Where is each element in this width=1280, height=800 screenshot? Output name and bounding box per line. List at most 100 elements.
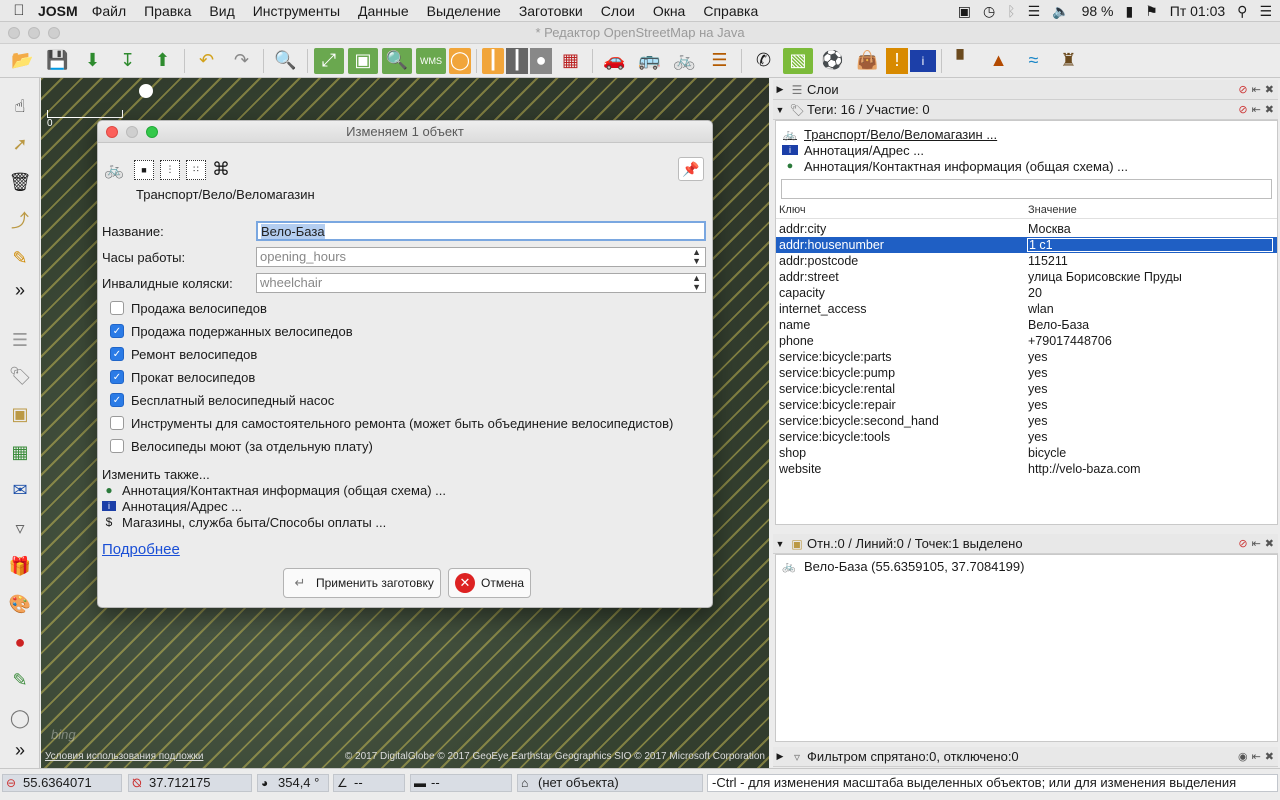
expand-triangle-icon[interactable]: ▶ bbox=[773, 84, 787, 95]
pin-panel-icon[interactable]: ⇤ bbox=[1252, 750, 1261, 763]
pitch-icon[interactable]: ▧ bbox=[783, 47, 813, 74]
also-item-label[interactable]: Аннотация/Адрес ... bbox=[122, 499, 242, 514]
tag-value[interactable]: http://velo-baza.com bbox=[1028, 461, 1141, 477]
menu-windows[interactable]: Окна bbox=[653, 3, 686, 19]
tag-key[interactable]: internet_access bbox=[779, 301, 867, 317]
name-input[interactable]: Вело-База bbox=[256, 221, 706, 241]
shopping-bag-icon[interactable]: 👜 bbox=[851, 46, 884, 76]
menu-app-name[interactable]: JOSM bbox=[38, 3, 78, 19]
zoom-in-icon[interactable]: 🔍 bbox=[382, 47, 412, 74]
table-row[interactable]: addr:city Москва bbox=[776, 221, 1277, 237]
close-panel-icon[interactable]: ✖ bbox=[1265, 537, 1274, 550]
factory-icon[interactable]: ▘ bbox=[947, 46, 980, 76]
improve-way-icon[interactable]: ⤴ bbox=[6, 206, 34, 234]
save-icon[interactable]: 💾 bbox=[41, 46, 74, 76]
checkbox-box[interactable]: ✓ bbox=[110, 324, 124, 338]
window-zoom-button[interactable] bbox=[48, 27, 60, 39]
map-marker-icon[interactable]: ● bbox=[6, 628, 34, 656]
info-board-icon[interactable]: i bbox=[910, 49, 936, 72]
selected-node-marker[interactable] bbox=[139, 84, 153, 98]
tag-key[interactable]: addr:housenumber bbox=[779, 237, 884, 253]
footway-preset-icon[interactable]: ● bbox=[530, 47, 552, 74]
checkbox-diy-tools[interactable]: Инструменты для самостоятельного ремонта… bbox=[110, 413, 673, 433]
col-key-header[interactable]: Ключ bbox=[779, 204, 806, 216]
tag-value[interactable]: yes bbox=[1028, 397, 1047, 413]
history-toggle-icon[interactable]: ▦ bbox=[6, 438, 34, 466]
tags-preset-contact[interactable]: ● Аннотация/Контактная информация (общая … bbox=[782, 158, 1128, 174]
tag-key[interactable]: website bbox=[779, 461, 821, 477]
imagery-terms-link[interactable]: Условия использования подложки bbox=[45, 751, 203, 762]
checkbox-repair[interactable]: ✓ Ремонт велосипедов bbox=[110, 344, 257, 364]
pin-panel-icon[interactable]: ⇤ bbox=[1252, 83, 1261, 96]
table-row[interactable]: service:bicycle:pump yes bbox=[776, 365, 1277, 381]
waterway-icon[interactable]: ≈ bbox=[1017, 46, 1050, 76]
tags-preset-address[interactable]: i Аннотация/Адрес ... bbox=[782, 142, 924, 158]
table-row[interactable]: phone +79017448706 bbox=[776, 333, 1277, 349]
battery-icon[interactable]: ▮ bbox=[1125, 3, 1133, 20]
tag-key[interactable]: service:bicycle:rental bbox=[779, 381, 895, 397]
cancel-button[interactable]: ✕ Отмена bbox=[448, 568, 532, 598]
preset-link-label[interactable]: Аннотация/Контактная информация (общая с… bbox=[804, 159, 1128, 174]
tag-value[interactable]: улица Борисовские Пруды bbox=[1028, 269, 1182, 285]
table-row[interactable]: service:bicycle:repair yes bbox=[776, 397, 1277, 413]
checkbox-box[interactable] bbox=[110, 439, 124, 453]
wms-tms-icon[interactable]: WMS bbox=[416, 47, 446, 74]
railway-icon[interactable]: ☰ bbox=[703, 46, 736, 76]
col-value-header[interactable]: Значение bbox=[1028, 204, 1077, 216]
battery-percent[interactable]: 98 % bbox=[1082, 3, 1114, 19]
also-item-label[interactable]: Магазины, служба быта/Способы оплаты ... bbox=[122, 515, 386, 530]
warning-icon[interactable]: ! bbox=[886, 47, 908, 74]
tag-value[interactable]: yes bbox=[1028, 413, 1047, 429]
dialog-zoom-button[interactable] bbox=[146, 126, 158, 138]
tag-value[interactable]: 20 bbox=[1028, 285, 1042, 301]
layers-toggle-icon[interactable]: ☰ bbox=[6, 326, 34, 354]
checkbox-box[interactable]: ✓ bbox=[110, 370, 124, 384]
window-minimize-button[interactable] bbox=[28, 27, 40, 39]
spotlight-search-icon[interactable]: ⚲ bbox=[1237, 3, 1247, 20]
table-row[interactable]: capacity 20 bbox=[776, 285, 1277, 301]
checkbox-box[interactable] bbox=[110, 301, 124, 315]
wheelchair-combo[interactable]: wheelchair ▲ ▼ bbox=[256, 273, 706, 293]
pencil-icon[interactable]: ✎ bbox=[6, 244, 34, 272]
tags-panel-header[interactable]: ▼ 🏷 Теги: 16 / Участие: 0 ⊘ ⇤ ✖ bbox=[773, 100, 1278, 120]
tag-key[interactable]: addr:street bbox=[779, 269, 839, 285]
notification-center-icon[interactable]: ☰ bbox=[1259, 3, 1272, 20]
tags-toggle-icon[interactable]: 🏷 bbox=[6, 362, 34, 390]
checkbox-box[interactable]: ✓ bbox=[110, 393, 124, 407]
wiki-icon[interactable]: ◯ bbox=[6, 704, 34, 732]
menu-tools[interactable]: Инструменты bbox=[253, 3, 340, 19]
tag-key[interactable]: service:bicycle:parts bbox=[779, 349, 892, 365]
screen-mirror-icon[interactable]: ▣ bbox=[958, 3, 971, 20]
pin-panel-icon[interactable]: ⇤ bbox=[1252, 537, 1261, 550]
also-item-label[interactable]: Аннотация/Контактная информация (общая с… bbox=[122, 483, 446, 498]
dialog-close-button[interactable] bbox=[106, 126, 118, 138]
also-item-payment[interactable]: $ Магазины, служба быта/Способы оплаты ..… bbox=[102, 514, 387, 530]
tags-preset-bicycle-shop[interactable]: 🚲 Транспорт/Вело/Веломагазин ... bbox=[782, 126, 997, 142]
tag-key[interactable]: phone bbox=[779, 333, 814, 349]
castle-icon[interactable]: ♜ bbox=[1052, 46, 1085, 76]
table-row[interactable]: addr:postcode 115211 bbox=[776, 253, 1277, 269]
expand-triangle-icon[interactable]: ▶ bbox=[773, 751, 787, 762]
tag-value[interactable]: yes bbox=[1028, 381, 1047, 397]
time-machine-icon[interactable]: ◷ bbox=[983, 3, 995, 20]
filter-panel-header[interactable]: ▶ ▿ Фильтром спрятано:0, отключено:0 ◉ ⇤ ✖ bbox=[773, 747, 1278, 767]
checkbox-bicycle-sales[interactable]: Продажа велосипедов bbox=[110, 298, 267, 318]
tag-key[interactable]: shop bbox=[779, 445, 806, 461]
tags-filter-input[interactable] bbox=[781, 179, 1272, 199]
ball-icon[interactable]: ⚽ bbox=[816, 46, 849, 76]
layers-panel-header[interactable]: ▶ ☰ Слои ⊘ ⇤ ✖ bbox=[773, 80, 1278, 100]
eye-icon[interactable]: ◉ bbox=[1238, 750, 1248, 763]
tag-value[interactable]: yes bbox=[1028, 365, 1047, 381]
more-panels-icon[interactable]: » bbox=[6, 736, 34, 764]
tag-value[interactable]: 115211 bbox=[1028, 253, 1068, 269]
selection-list-item[interactable]: 🚲 Вело-База (55.6359105, 37.7084199) bbox=[782, 559, 1024, 574]
window-close-button[interactable] bbox=[8, 27, 20, 39]
menu-layers[interactable]: Слои bbox=[601, 3, 635, 19]
tag-value[interactable]: wlan bbox=[1028, 301, 1054, 317]
menu-file[interactable]: Файл bbox=[92, 3, 126, 19]
zoom-to-selection-icon[interactable]: ▣ bbox=[348, 47, 378, 74]
table-row[interactable]: addr:street улица Борисовские Пруды bbox=[776, 269, 1277, 285]
clock[interactable]: Пт 01:03 bbox=[1170, 3, 1225, 19]
car-icon[interactable]: 🚗 bbox=[598, 46, 631, 76]
combo-arrows-icon[interactable]: ▲ ▼ bbox=[692, 274, 701, 292]
